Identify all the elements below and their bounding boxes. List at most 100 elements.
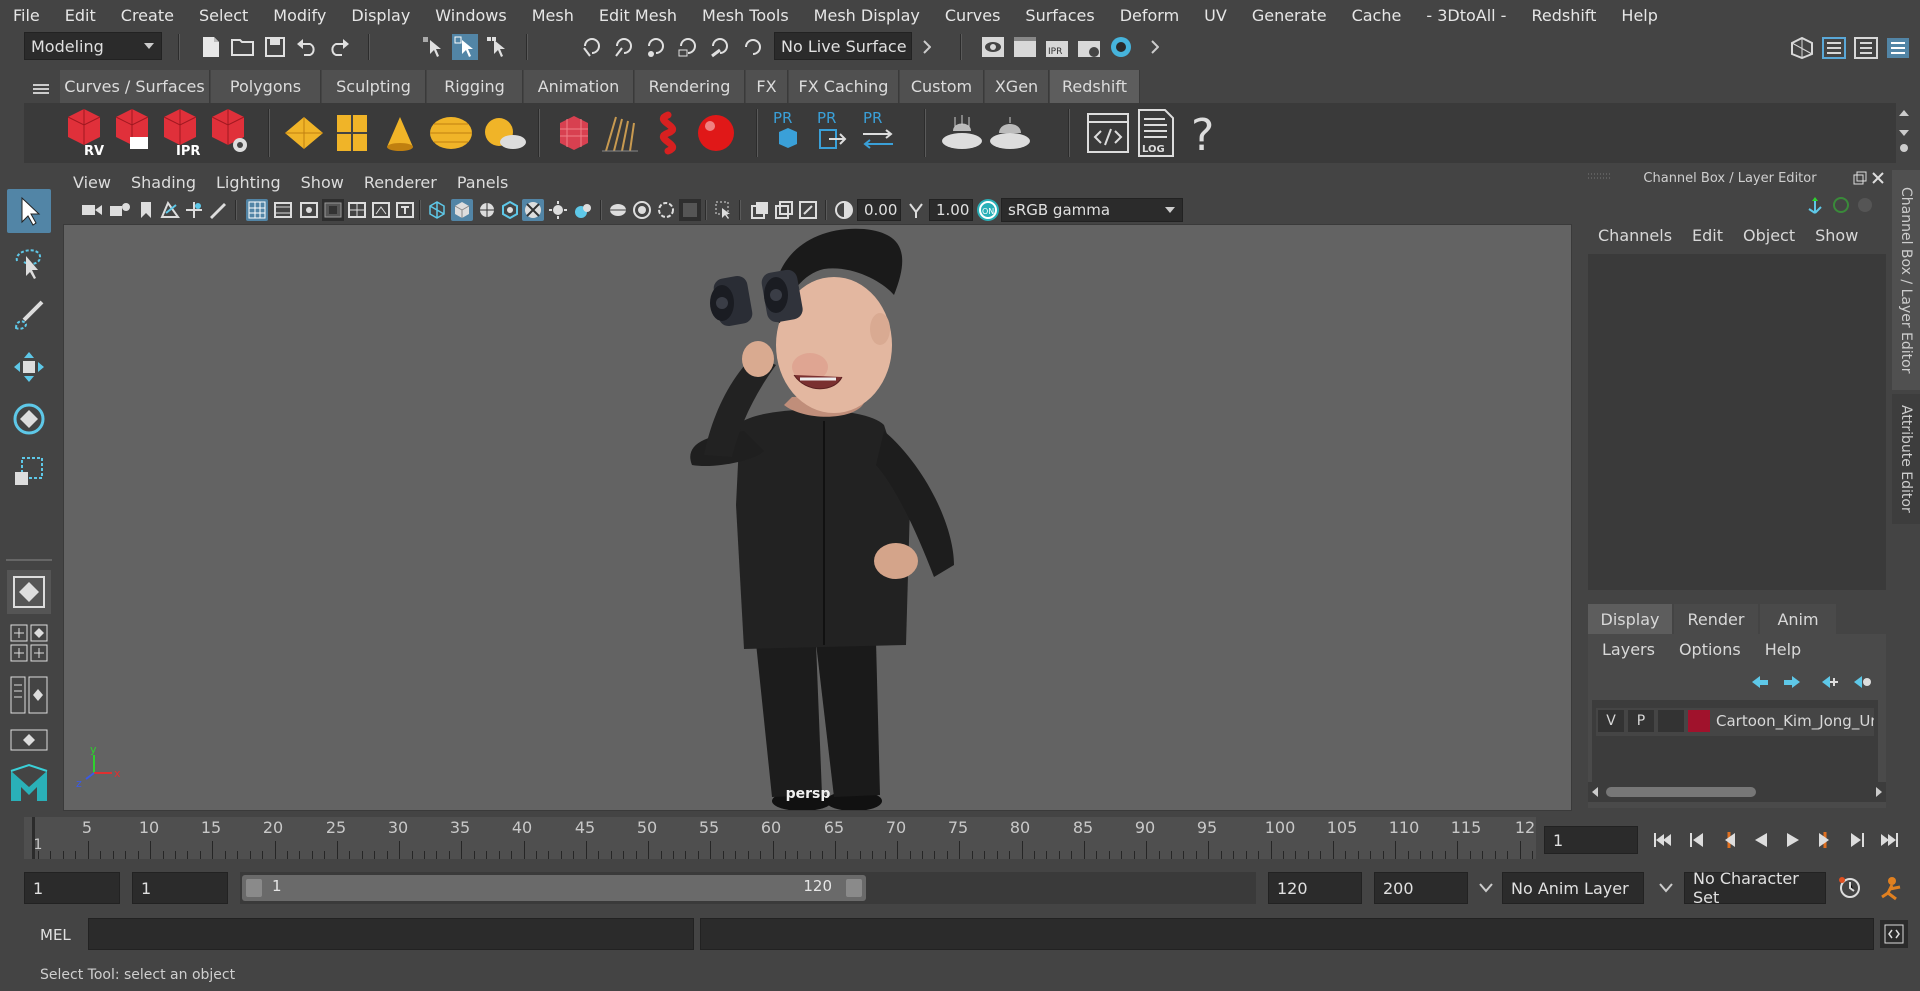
menu-curves[interactable]: Curves — [932, 6, 1013, 25]
menu-cache[interactable]: Cache — [1339, 6, 1414, 25]
textured-icon[interactable] — [499, 199, 521, 221]
menuset-dropdown[interactable]: Modeling — [24, 32, 162, 60]
move-tool-icon[interactable] — [7, 345, 51, 389]
attribute-editor-toggle-icon[interactable] — [1820, 34, 1848, 62]
layer-playback-toggle[interactable]: P — [1628, 710, 1654, 732]
move-layer-down-icon[interactable] — [1780, 672, 1804, 692]
snap-projected-icon[interactable] — [676, 34, 702, 60]
portal-light-icon[interactable] — [330, 109, 374, 157]
menu-surfaces[interactable]: Surfaces — [1012, 6, 1106, 25]
grease-pencil-icon[interactable] — [207, 199, 229, 221]
exposure-field[interactable]: 0.00 — [857, 199, 901, 221]
step-forward-key-icon[interactable] — [1812, 828, 1838, 852]
pr-import-icon[interactable]: PR — [814, 107, 850, 159]
dome-light-icon[interactable] — [426, 109, 476, 157]
script-editor-button[interactable] — [1880, 920, 1908, 948]
cartoon-character-model[interactable] — [690, 228, 954, 811]
layer-row[interactable]: V P Cartoon_Kim_Jong_Un — [1596, 708, 1874, 736]
spot-light-icon[interactable] — [378, 109, 422, 157]
redshift-render-icon[interactable] — [112, 107, 156, 157]
layer-menu-layers[interactable]: Layers — [1588, 640, 1667, 659]
shelf-tab-animation[interactable]: Animation — [524, 70, 634, 103]
chevron-right-icon[interactable] — [920, 36, 934, 58]
smooth-shade-icon[interactable] — [451, 199, 473, 221]
new-empty-layer-icon[interactable] — [1818, 672, 1842, 692]
use-all-lights-icon[interactable] — [522, 199, 544, 221]
safe-action-icon[interactable] — [370, 199, 392, 221]
script-editor-icon[interactable] — [1086, 109, 1130, 157]
proxy-icon[interactable] — [552, 109, 596, 157]
volume-icon[interactable] — [646, 109, 690, 157]
viewport-menu-renderer[interactable]: Renderer — [354, 173, 447, 192]
xray-components-icon[interactable] — [773, 199, 795, 221]
hyperbolic-icon[interactable] — [1854, 194, 1876, 216]
layer-menu-options[interactable]: Options — [1667, 640, 1753, 659]
lasso-tool-icon[interactable] — [7, 241, 51, 285]
select-hierarchy-icon[interactable] — [420, 34, 446, 60]
channel-box-menu-edit[interactable]: Edit — [1682, 226, 1733, 248]
shelf-tab-sculpting[interactable]: Sculpting — [322, 70, 426, 103]
redshift-render-view-icon[interactable]: RV — [64, 107, 108, 157]
chevron-down-icon[interactable] — [1476, 880, 1496, 896]
speed-icon[interactable] — [1830, 194, 1852, 216]
shelf-tab-rigging[interactable]: Rigging — [427, 70, 523, 103]
menu-windows[interactable]: Windows — [422, 6, 518, 25]
playback-end-field[interactable]: 120 — [1268, 872, 1362, 904]
isolate-select-icon[interactable] — [679, 199, 701, 221]
close-icon[interactable] — [1870, 170, 1886, 186]
layer-name[interactable]: Cartoon_Kim_Jong_Un — [1716, 712, 1874, 734]
channel-list[interactable] — [1588, 254, 1886, 590]
viewport-menu-lighting[interactable]: Lighting — [206, 173, 291, 192]
motion-blur-icon[interactable] — [607, 199, 629, 221]
select-object-icon[interactable] — [452, 34, 478, 60]
menu-uv[interactable]: UV — [1191, 6, 1239, 25]
pr-transfer-icon[interactable]: PR — [858, 107, 898, 159]
rotate-tool-icon[interactable] — [7, 397, 51, 441]
color-management-toggle[interactable]: ON — [977, 199, 999, 221]
tool-settings-toggle-icon[interactable] — [1852, 34, 1880, 62]
new-layer-selected-icon[interactable] — [1850, 672, 1874, 692]
modeling-toolkit-icon[interactable] — [1788, 34, 1816, 62]
hud-icon[interactable] — [797, 199, 819, 221]
menu-generate[interactable]: Generate — [1239, 6, 1339, 25]
shelf-tab-custom[interactable]: Custom — [900, 70, 984, 103]
gamma-icon[interactable] — [905, 199, 927, 221]
layer-visibility-toggle[interactable]: V — [1598, 710, 1624, 732]
range-slider-track[interactable]: 1 120 — [240, 872, 1256, 904]
select-tool-icon[interactable] — [7, 189, 51, 233]
menu-edit-mesh[interactable]: Edit Mesh — [586, 6, 689, 25]
viewport-menu-show[interactable]: Show — [291, 173, 354, 192]
menu-mesh-tools[interactable]: Mesh Tools — [689, 6, 801, 25]
viewport-menu-panels[interactable]: Panels — [447, 173, 519, 192]
shelf-tab-fx-caching[interactable]: FX Caching — [789, 70, 899, 103]
2d-pan-zoom-icon[interactable] — [183, 199, 205, 221]
layer-tab-render[interactable]: Render — [1674, 604, 1758, 634]
render-settings-icon[interactable] — [1076, 34, 1102, 60]
select-component-icon[interactable] — [484, 34, 510, 60]
chevron-right-icon[interactable] — [1148, 36, 1162, 58]
range-start-handle[interactable] — [246, 879, 262, 897]
command-language-toggle[interactable]: MEL — [40, 926, 71, 944]
snap-point-icon[interactable] — [644, 34, 670, 60]
chevron-down-icon[interactable] — [1656, 880, 1676, 896]
redshift-ipr-icon[interactable]: IPR — [160, 107, 204, 157]
bake-icon[interactable] — [938, 109, 986, 157]
gate-mask-icon[interactable] — [322, 199, 344, 221]
shadows-icon[interactable] — [547, 199, 569, 221]
side-tab-channel-box[interactable]: Channel Box / Layer Editor — [1892, 170, 1920, 390]
paint-select-tool-icon[interactable] — [7, 293, 51, 337]
channel-box-menu-object[interactable]: Object — [1733, 226, 1805, 248]
channel-box-toggle-icon[interactable] — [1884, 34, 1912, 62]
resolution-gate-icon[interactable] — [298, 199, 320, 221]
new-scene-icon[interactable] — [198, 34, 224, 60]
render-view-icon[interactable] — [980, 34, 1006, 60]
gamma-field[interactable]: 1.00 — [929, 199, 973, 221]
hypershade-icon[interactable] — [1108, 34, 1134, 60]
layer-display-type-toggle[interactable] — [1658, 710, 1684, 732]
anim-layer-field[interactable]: No Anim Layer — [1502, 872, 1644, 904]
depth-of-field-icon[interactable] — [655, 199, 677, 221]
animation-preferences-icon[interactable] — [1876, 874, 1906, 902]
single-perspective-layout-icon[interactable] — [7, 570, 51, 614]
range-end-handle[interactable] — [846, 879, 862, 897]
make-live-icon[interactable] — [740, 34, 766, 60]
